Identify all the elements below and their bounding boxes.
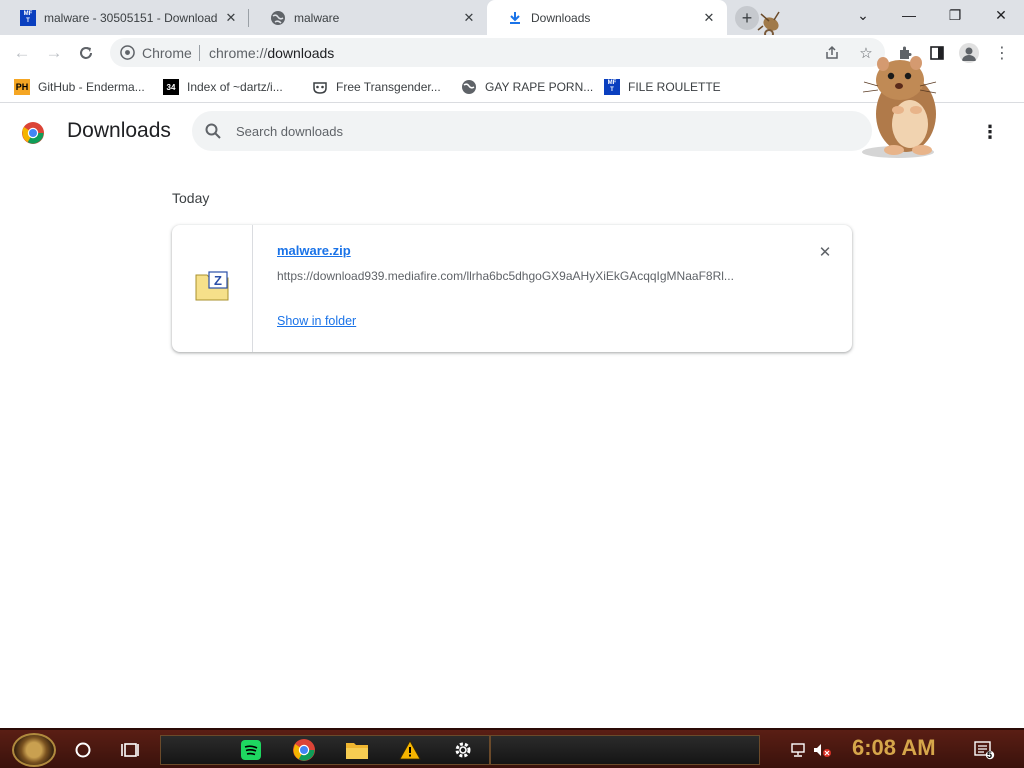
volume-muted-icon[interactable]: [808, 736, 836, 764]
file-explorer-icon[interactable]: [343, 736, 371, 764]
globe-icon: [270, 10, 286, 26]
back-button[interactable]: ←: [8, 39, 36, 67]
pinned-apps-panel: [160, 735, 490, 765]
cortana-circle-icon[interactable]: [69, 736, 97, 764]
tab-title: malware - 30505151 - Download: [44, 10, 218, 25]
bookmark-file-roulette[interactable]: MF T FILE ROULETTE: [604, 77, 721, 97]
start-button[interactable]: [12, 733, 56, 767]
forward-button[interactable]: →: [40, 39, 68, 67]
tab-strip: MF T malware - 30505151 - Download ✕ malw…: [0, 0, 1024, 39]
new-tab-button[interactable]: +: [735, 6, 759, 30]
mft-favicon: MF T: [20, 9, 36, 26]
minimize-button[interactable]: —: [886, 0, 932, 30]
bookmark-index[interactable]: 34 Index of ~dartz/i...: [163, 77, 283, 97]
page-title: Downloads: [67, 119, 171, 142]
settings-gear-icon[interactable]: [449, 736, 477, 764]
task-view-icon[interactable]: [116, 736, 144, 764]
warning-icon[interactable]: [396, 736, 424, 764]
share-icon[interactable]: [823, 44, 841, 62]
site-chip-label: Chrome: [142, 45, 192, 61]
chip-divider: [199, 45, 200, 61]
download-filename-link[interactable]: malware.zip: [277, 243, 351, 258]
restore-button[interactable]: ❐: [932, 0, 978, 30]
tab-separator: [248, 9, 249, 27]
tab-search-button[interactable]: ⌄: [840, 0, 886, 30]
download-source-url[interactable]: https://download939.mediafire.com/llrha6…: [277, 269, 777, 283]
download-item: Z malware.zip https://download939.mediaf…: [172, 225, 852, 352]
search-downloads-box[interactable]: [192, 111, 872, 151]
bookmark-github[interactable]: PH GitHub - Enderma...: [14, 77, 145, 97]
chrome-site-icon[interactable]: [120, 45, 135, 60]
svg-text:Z: Z: [214, 273, 222, 288]
chrome-taskbar-icon[interactable]: [290, 736, 318, 764]
mask-favicon: [312, 79, 328, 95]
taskbar-empty-panel: [490, 735, 760, 765]
taskbar-clock[interactable]: 6:08 AM: [852, 735, 936, 761]
globe-icon: [461, 79, 477, 95]
menu-kebab-icon[interactable]: ⋮: [991, 42, 1013, 64]
tab-downloads[interactable]: Downloads ✕: [487, 0, 727, 35]
download-icon: [507, 10, 523, 26]
tab-title: malware: [294, 10, 340, 25]
tab-malware-download[interactable]: MF T malware - 30505151 - Download ✕: [0, 0, 249, 35]
url-text[interactable]: chrome://downloads: [209, 45, 334, 61]
remove-download-icon[interactable]: ✕: [815, 242, 835, 262]
spotify-icon[interactable]: [237, 736, 265, 764]
tab-close-icon[interactable]: ✕: [699, 8, 719, 28]
profile-avatar[interactable]: [958, 42, 980, 64]
search-icon: [204, 122, 222, 140]
date-header: Today: [172, 190, 210, 206]
bookmark-free-transgender[interactable]: Free Transgender...: [312, 77, 441, 97]
bookmark-gay[interactable]: GAY RAPE PORN...: [461, 77, 593, 97]
index-favicon: 34: [163, 79, 179, 95]
tab-malware[interactable]: malware ✕: [250, 0, 487, 35]
tab-close-icon[interactable]: ✕: [221, 8, 241, 28]
taskbar: 6:08 AM 5: [0, 728, 1024, 768]
tab-title: Downloads: [531, 10, 591, 25]
reload-button[interactable]: [72, 39, 100, 67]
chrome-logo-icon: [21, 121, 45, 145]
address-bar[interactable]: Chrome chrome://downloads ☆: [110, 38, 885, 67]
ph-favicon: PH: [14, 79, 30, 95]
show-in-folder-link[interactable]: Show in folder: [277, 314, 356, 328]
mft-favicon: MF T: [604, 79, 620, 95]
file-icon-column: Z: [172, 225, 253, 352]
notification-count: 5: [987, 750, 993, 760]
search-input[interactable]: [236, 111, 836, 151]
close-window-button[interactable]: ✕: [978, 0, 1024, 30]
tab-close-icon[interactable]: ✕: [459, 8, 479, 28]
zip-file-icon: Z: [195, 271, 229, 301]
more-actions-icon[interactable]: ⋮: [978, 118, 1002, 146]
hamster-desktop-pet[interactable]: [858, 52, 948, 160]
notifications-icon[interactable]: 5: [970, 736, 998, 764]
